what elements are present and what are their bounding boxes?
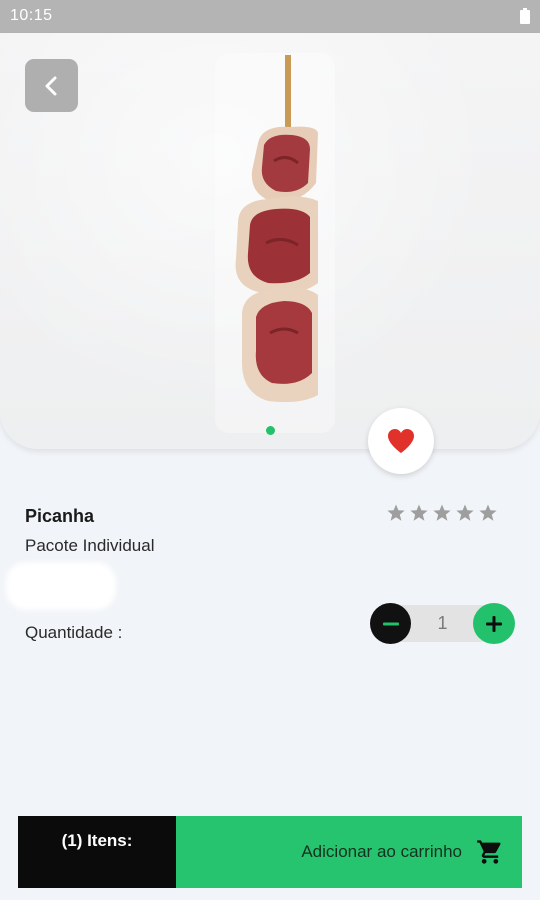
heart-icon — [388, 429, 414, 453]
items-count: (1) Itens: — [18, 816, 176, 888]
product-name: Picanha — [25, 506, 95, 526]
quantity-stepper: 1 — [370, 603, 515, 644]
minus-icon — [382, 622, 399, 625]
increase-quantity-button[interactable] — [473, 603, 515, 644]
product-image-area — [0, 33, 540, 449]
quantity-label: Quantidade : — [25, 623, 123, 642]
star-icon[interactable] — [455, 503, 475, 523]
carousel-indicator-dot[interactable] — [266, 426, 275, 435]
status-bar: 10:15 — [0, 0, 540, 33]
chevron-left-icon — [45, 76, 56, 95]
cart-icon — [477, 840, 501, 864]
back-button[interactable] — [25, 59, 78, 112]
add-to-cart-button[interactable]: Adicionar ao carrinho — [176, 816, 522, 888]
add-to-cart-label: Adicionar ao carrinho — [301, 842, 462, 861]
star-icon[interactable] — [478, 503, 498, 523]
product-subtitle: Pacote Individual — [25, 536, 155, 555]
plus-icon — [486, 615, 502, 632]
star-icon[interactable] — [432, 503, 452, 523]
decorative-smudge — [6, 562, 116, 610]
star-icon[interactable] — [409, 503, 429, 523]
favorite-button[interactable] — [368, 408, 434, 474]
decrease-quantity-button[interactable] — [370, 603, 411, 644]
picanha-skewer-photo — [215, 53, 335, 433]
rating-stars — [386, 503, 498, 523]
cart-bar: (1) Itens: Adicionar ao carrinho — [18, 816, 522, 888]
status-time: 10:15 — [10, 7, 53, 24]
star-icon[interactable] — [386, 503, 406, 523]
battery-icon — [520, 8, 530, 24]
